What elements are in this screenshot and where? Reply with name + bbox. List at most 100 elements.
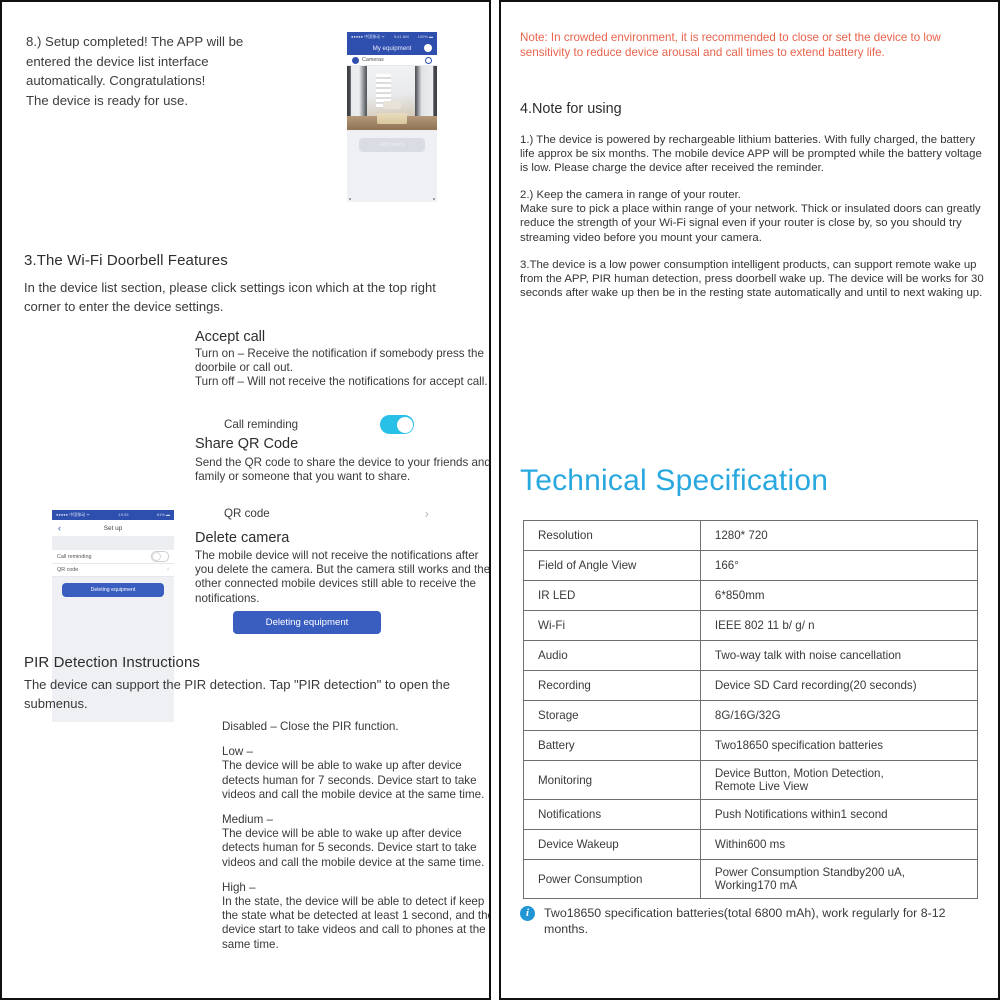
spec-key: Power Consumption — [523, 859, 701, 899]
right-page: Note: In crowded environment, it is reco… — [499, 0, 1000, 1000]
qr-code-label: QR code — [224, 507, 270, 520]
spec-key: Monitoring — [523, 760, 701, 800]
crowded-environment-note: Note: In crowded environment, it is reco… — [520, 31, 941, 60]
table-row: Recording Device SD Card recording(20 se… — [523, 670, 979, 701]
setup-row-call-reminding[interactable]: Call reminding — [52, 550, 174, 564]
nav-title: Set up — [103, 524, 123, 532]
nav-title: My equipment — [372, 44, 412, 52]
technical-specification-table: Resolution 1280* 720 Field of Angle View… — [523, 520, 979, 899]
add-icon[interactable] — [424, 44, 432, 52]
camera-row-label: Cameras — [362, 57, 384, 63]
deleting-equipment-button[interactable]: Deleting equipment — [62, 583, 164, 597]
pir-title: PIR Detection Instructions — [24, 654, 201, 671]
back-chevron-icon[interactable]: ‹ — [58, 523, 61, 533]
pir-level-heading: Low – — [222, 745, 253, 759]
share-qr-heading: Share QR Code — [195, 436, 299, 452]
table-row: Monitoring Device Button, Motion Detecti… — [523, 760, 979, 800]
manual-spread: 8.) Setup completed! The APP will be ent… — [0, 0, 1000, 1000]
pir-level-heading: Medium – — [222, 813, 273, 827]
note-item: 2.) Keep the camera in range of your rou… — [520, 189, 981, 244]
features-description: In the device list section, please click… — [24, 280, 436, 314]
phone-nav-bar: ‹ Set up — [52, 520, 174, 536]
chevron-right-icon: › — [167, 567, 169, 573]
step-8-text: 8.) Setup completed! The APP will be ent… — [26, 34, 244, 108]
spec-key: Notifications — [523, 799, 701, 830]
table-row: Notifications Push Notifications within1… — [523, 799, 979, 830]
table-row: Field of Angle View 166° — [523, 550, 979, 581]
chevron-right-icon: › — [424, 506, 429, 521]
status-center: 9:41 AM — [393, 33, 409, 39]
spec-key: Battery — [523, 730, 701, 761]
add-device-button[interactable]: Add device — [359, 138, 425, 152]
note-for-using-list: 1.) The device is powered by rechargeabl… — [520, 133, 990, 300]
table-row: Audio Two-way talk with noise cancellati… — [523, 640, 979, 671]
note-for-using-title: 4.Note for using — [520, 101, 622, 117]
call-reminding-toggle[interactable] — [151, 551, 169, 562]
phone-status-bar: ●●●●● 中国移动 ᯤ 9:41 AM 100% ▬ — [347, 32, 437, 41]
spec-value: Push Notifications within1 second — [699, 799, 979, 830]
qr-code-row[interactable]: QR code › — [224, 507, 429, 520]
phone-corner-marks — [347, 196, 437, 202]
pir-level-item: Low – The device will be able to wake up… — [222, 745, 489, 802]
status-center: 19:33 — [118, 512, 129, 517]
nav-spacer — [52, 536, 174, 550]
spec-key: IR LED — [523, 580, 701, 611]
status-left: ●●●●● 中国移动 ᯤ — [56, 512, 90, 517]
note-item: 1.) The device is powered by rechargeabl… — [520, 134, 982, 175]
status-right: 81% ▬ — [156, 512, 170, 517]
row-label: QR code — [57, 567, 79, 573]
deleting-equipment-button[interactable]: Deleting equipment — [233, 611, 381, 634]
call-reminding-row[interactable]: Call reminding — [224, 415, 414, 434]
spec-key: Resolution — [523, 520, 701, 551]
spec-key: Audio — [523, 640, 701, 671]
call-reminding-toggle-on[interactable] — [380, 415, 414, 434]
camera-status-icon — [352, 56, 359, 64]
spec-value: Device Button, Motion Detection, Remote … — [699, 760, 979, 800]
info-icon: i — [520, 906, 535, 921]
share-qr-body: Send the QR code to share the device to … — [195, 456, 491, 484]
spec-value: 1280* 720 — [699, 520, 979, 551]
spec-value: Two18650 specification batteries — [699, 730, 979, 761]
status-left: ●●●●● 中国移动 ᯤ — [351, 33, 385, 39]
spec-value: Power Consumption Standby200 uA, Working… — [699, 859, 979, 899]
delete-camera-heading: Delete camera — [195, 530, 290, 546]
call-reminding-label: Call reminding — [224, 418, 299, 431]
table-row: Power Consumption Power Consumption Stan… — [523, 859, 979, 899]
setup-row-qr-code[interactable]: QR code › — [52, 564, 174, 577]
pir-level-heading: Disabled – Close the PIR function. — [222, 720, 399, 733]
table-row: Battery Two18650 specification batteries — [523, 730, 979, 761]
delete-camera-body: The mobile device will not receive the n… — [195, 549, 491, 605]
table-row: Wi-Fi IEEE 802 11 b/ g/ n — [523, 610, 979, 641]
pir-level-item: Disabled – Close the PIR function. — [222, 720, 489, 734]
spec-key: Device Wakeup — [523, 829, 701, 860]
features-title: 3.The Wi-Fi Doorbell Features — [24, 252, 228, 269]
pir-level-body: The device will be able to wake up after… — [222, 827, 485, 869]
camera-list-row[interactable]: Cameras — [347, 55, 437, 66]
accept-call-body: Turn on – Receive the notification if so… — [195, 347, 488, 389]
pir-level-item: High – In the state, the device will be … — [222, 880, 489, 952]
status-right: 100% ▬ — [417, 33, 433, 39]
spec-value: Within600 ms — [699, 829, 979, 860]
row-label: Call reminding — [57, 553, 92, 560]
spec-value: 166° — [699, 550, 979, 581]
spec-key: Storage — [523, 700, 701, 731]
spec-value: Two-way talk with noise cancellation — [699, 640, 979, 671]
table-row: IR LED 6*850mm — [523, 580, 979, 611]
pir-level-item: Medium – The device will be able to wake… — [222, 813, 489, 870]
pir-levels-list: Disabled – Close the PIR function. Low –… — [222, 720, 489, 952]
phone-mockup-device-list: ●●●●● 中国移动 ᯤ 9:41 AM 100% ▬ My equipment… — [347, 32, 437, 202]
phone-status-bar: ●●●●● 中国移动 ᯤ 19:33 81% ▬ — [52, 510, 174, 520]
accept-call-heading: Accept call — [195, 329, 266, 345]
camera-preview-image[interactable] — [347, 66, 437, 130]
gear-icon[interactable] — [425, 56, 432, 64]
spec-value: Device SD Card recording(20 seconds) — [699, 670, 979, 701]
spec-value: IEEE 802 11 b/ g/ n — [699, 610, 979, 641]
battery-info-note: i Two18650 specification batteries(total… — [520, 905, 990, 937]
note-item: 3.The device is a low power consumption … — [520, 258, 984, 299]
battery-note-text: Two18650 specification batteries(total 6… — [544, 906, 946, 936]
pir-level-heading: High – — [222, 880, 256, 894]
pir-level-body: The device will be able to wake up after… — [222, 759, 485, 801]
spec-value: 8G/16G/32G — [699, 700, 979, 731]
left-page: 8.) Setup completed! The APP will be ent… — [0, 0, 491, 1000]
phone-nav-bar: My equipment — [347, 41, 437, 55]
